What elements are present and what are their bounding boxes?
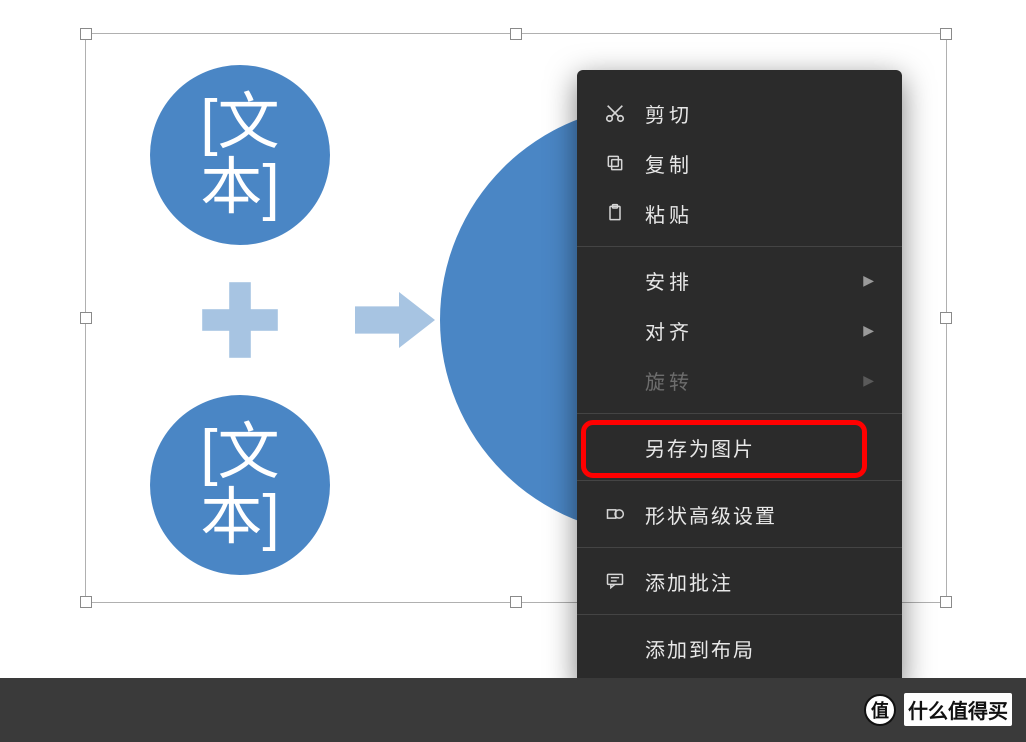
resize-handle-top-left[interactable]: [80, 28, 92, 40]
menu-label: 剪切: [645, 99, 874, 128]
menu-label: 安排: [645, 266, 863, 295]
menu-item-cut[interactable]: 剪切: [577, 88, 902, 138]
paste-icon: [599, 201, 631, 225]
resize-handle-bottom-right[interactable]: [940, 596, 952, 608]
copy-icon: [599, 151, 631, 175]
menu-separator: [577, 614, 902, 615]
comment-icon: [599, 569, 631, 593]
circle-bottom-text: [文 本]: [200, 420, 279, 550]
menu-label: 形状高级设置: [645, 500, 874, 529]
chevron-right-icon: ▶: [863, 372, 874, 389]
watermark-badge-icon: 值: [864, 694, 896, 726]
menu-item-align[interactable]: 对齐 ▶: [577, 305, 902, 355]
menu-item-copy[interactable]: 复制: [577, 138, 902, 188]
menu-separator: [577, 413, 902, 414]
canvas-area[interactable]: [ [文 本] [文 本]: [0, 0, 1026, 742]
resize-handle-top-right[interactable]: [940, 28, 952, 40]
menu-item-rotate: 旋转 ▶: [577, 355, 902, 405]
plus-icon: [195, 275, 285, 365]
chevron-right-icon: ▶: [863, 272, 874, 289]
menu-label: 对齐: [645, 316, 863, 345]
smartart-input-circle-1[interactable]: [文 本]: [150, 65, 330, 245]
smartart-input-circle-2[interactable]: [文 本]: [150, 395, 330, 575]
menu-separator: [577, 547, 902, 548]
menu-label: 添加批注: [645, 567, 874, 596]
arrow-right-icon: [355, 290, 435, 350]
menu-item-paste[interactable]: 粘贴: [577, 188, 902, 238]
scissors-icon: [599, 101, 631, 125]
menu-item-arrange[interactable]: 安排 ▶: [577, 255, 902, 305]
menu-label: 旋转: [645, 366, 863, 395]
menu-label: 粘贴: [645, 199, 874, 228]
resize-handle-bottom-mid[interactable]: [510, 596, 522, 608]
resize-handle-bottom-left[interactable]: [80, 596, 92, 608]
menu-label: 添加到布局: [645, 634, 874, 663]
chevron-right-icon: ▶: [863, 322, 874, 339]
menu-separator: [577, 246, 902, 247]
shape-settings-icon: [599, 502, 631, 526]
menu-separator: [577, 480, 902, 481]
menu-item-save-as-picture[interactable]: 另存为图片: [577, 422, 902, 472]
menu-item-add-to-layout[interactable]: 添加到布局: [577, 623, 902, 673]
resize-handle-mid-right[interactable]: [940, 312, 952, 324]
context-menu: 剪切 复制 粘贴 安排 ▶: [577, 70, 902, 687]
watermark-text: 什么值得买: [904, 693, 1012, 726]
resize-handle-top-mid[interactable]: [510, 28, 522, 40]
menu-item-shape-advanced[interactable]: 形状高级设置: [577, 489, 902, 539]
watermark: 值 什么值得买: [864, 693, 1012, 726]
resize-handle-mid-left[interactable]: [80, 312, 92, 324]
menu-label: 另存为图片: [645, 433, 874, 462]
menu-item-add-comment[interactable]: 添加批注: [577, 556, 902, 606]
circle-top-text: [文 本]: [200, 90, 279, 220]
menu-label: 复制: [645, 149, 874, 178]
